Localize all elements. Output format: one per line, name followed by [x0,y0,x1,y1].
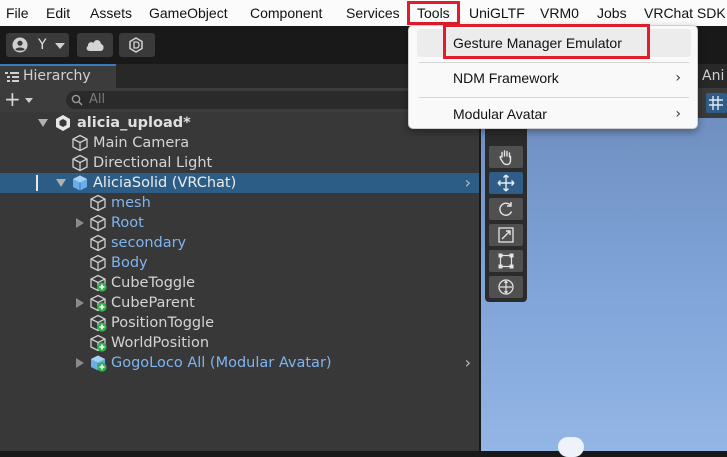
hierarchy-row-label: Body [111,255,148,271]
expand-arrow-icon[interactable] [38,119,48,127]
hierarchy-row-label: Main Camera [93,135,190,151]
rect-tool-button[interactable] [489,250,523,272]
hierarchy-row[interactable]: CubeParent [0,293,479,313]
hierarchy-row[interactable]: Main Camera [0,133,479,153]
account-icon [12,37,28,53]
menu-edit[interactable]: Edit [46,0,70,26]
hierarchy-row[interactable]: Root [0,213,479,233]
rotate-tool-icon [499,202,513,216]
chevron-right-icon[interactable]: › [465,353,471,373]
rotate-tool-button[interactable] [489,198,523,220]
hierarchy-row[interactable]: GogoLoco All (Modular Avatar) › [0,353,479,373]
hierarchy-row-label: AliciaSolid (VRChat) [93,175,237,191]
menu-services[interactable]: Services [346,0,400,26]
hierarchy-row-label: Directional Light [93,155,213,171]
version-control-button[interactable] [119,33,155,57]
hierarchy-row[interactable]: secondary [0,233,479,253]
cloud-icon [86,40,104,51]
menu-assets[interactable]: Assets [90,0,132,26]
hand-tool-icon [499,150,512,166]
menu-item-ndm-framework[interactable]: NDM Framework › [417,64,691,92]
menu-gameobject[interactable]: GameObject [149,0,228,26]
menu-file[interactable]: File [6,0,29,26]
hierarchy-row-label: GogoLoco All (Modular Avatar) [111,355,332,371]
hierarchy-row-label: CubeParent [111,295,195,311]
scale-tool-button[interactable] [489,224,523,246]
expand-arrow-icon[interactable] [56,179,66,187]
hierarchy-row[interactable]: Directional Light [0,153,479,173]
list-icon [5,72,19,82]
menu-bar: File Edit Assets GameObject Component Se… [0,0,727,26]
tools-menu-highlight [407,1,460,25]
collapse-arrow-icon[interactable] [76,298,84,308]
chevron-down-icon [25,98,33,103]
account-label: Y [38,37,47,53]
grid-icon [709,96,723,110]
hierarchy-row-label: PositionToggle [111,315,215,331]
menu-separator [419,62,689,63]
menu-component[interactable]: Component [250,0,322,26]
hierarchy-row[interactable]: AliciaSolid (VRChat) › [0,173,479,193]
rect-tool-icon [498,253,514,269]
account-button[interactable]: Y [6,33,69,57]
collapse-arrow-icon[interactable] [76,218,84,228]
unity-version-control-icon [129,37,143,53]
menu-item-label: Modular Avatar [453,106,547,122]
menu-item-modular-avatar[interactable]: Modular Avatar › [417,100,691,128]
grid-snap-button[interactable] [706,93,727,113]
tab-animation-label[interactable]: Ani [702,64,724,88]
transform-tool-button[interactable] [489,276,523,298]
menu-jobs[interactable]: Jobs [597,0,627,26]
hierarchy-row[interactable]: Body [0,253,479,273]
menu-unigltf[interactable]: UniGLTF [469,0,525,26]
hierarchy-row-label: secondary [111,235,187,251]
plus-icon: + [4,87,21,111]
move-tool-icon [497,174,515,192]
hierarchy-row-label: Root [111,215,144,231]
selection-marker [36,175,38,191]
transform-tool-icon [498,279,514,295]
cloud-button[interactable] [77,33,113,57]
menu-separator [419,97,689,98]
gesture-manager-highlight [443,24,650,59]
tab-hierarchy[interactable]: Hierarchy [0,64,116,88]
menu-item-label: NDM Framework [453,70,559,86]
hierarchy-row[interactable]: mesh [0,193,479,213]
chevron-right-icon[interactable]: › [465,173,471,193]
chevron-down-icon [55,43,65,49]
search-placeholder: All [89,92,106,107]
add-object-button[interactable]: + [4,87,36,111]
search-icon [71,94,83,106]
hand-tool-button[interactable] [489,146,523,168]
unity-scene-icon [56,115,70,131]
collapse-arrow-icon[interactable] [76,358,84,368]
scene-cloud-object [558,437,584,457]
scene-name: alicia_upload* [77,115,191,131]
hierarchy-row[interactable]: WorldPosition [0,333,479,353]
hierarchy-row-label: WorldPosition [111,335,210,351]
chevron-right-icon: › [675,70,681,86]
scale-tool-icon [498,227,514,243]
prefab-added-icon [89,354,107,376]
hierarchy-row-label: CubeToggle [111,275,196,291]
hierarchy-row[interactable]: CubeToggle [0,273,479,293]
menu-vrm0[interactable]: VRM0 [540,0,579,26]
hierarchy-row-label: mesh [111,195,151,211]
hierarchy-row[interactable]: PositionToggle [0,313,479,333]
move-tool-button[interactable] [489,172,523,194]
tab-hierarchy-label: Hierarchy [23,68,91,84]
chevron-right-icon: › [675,106,681,122]
menu-vrchat-sdk[interactable]: VRChat SDK [644,0,726,26]
